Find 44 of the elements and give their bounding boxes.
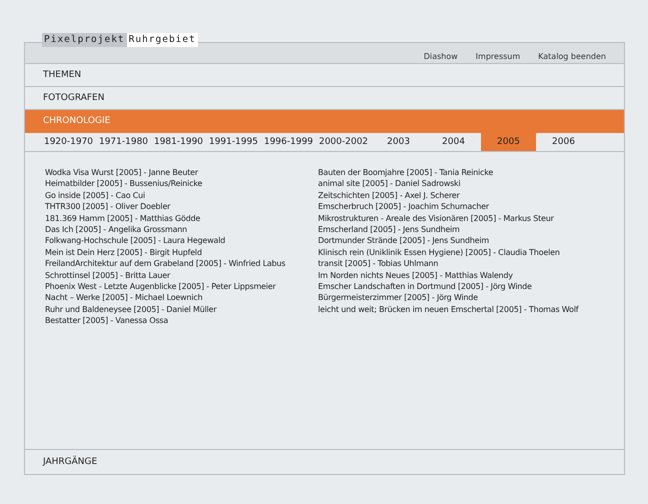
year-tab[interactable]: 1971-1980 — [96, 133, 151, 151]
entry-link[interactable]: Ruhr und Baldeneysee [2005] - Daniel Müller — [45, 304, 318, 316]
entry-link[interactable]: Phoenix West - Letzte Augenblicke [2005] - Peter Lippsmeier — [45, 281, 318, 292]
entry-link[interactable]: Heimatbilder [2005] - Bussenius/Reinicke — [45, 178, 318, 190]
year-tab[interactable]: 1991-1995 — [206, 133, 261, 151]
year-tab[interactable]: 2004 — [426, 133, 481, 151]
nav-link[interactable]: Katalog beenden — [538, 52, 606, 61]
entry-link[interactable]: Folkwang-Hochschule [2005] - Laura Hegewald — [45, 235, 318, 247]
entry-link[interactable]: Im Norden nichts Neues [2005] - Matthias Walendy — [318, 270, 578, 282]
year-tab[interactable]: 2000-2002 — [316, 133, 371, 151]
year-tab[interactable]: 2005 — [481, 133, 536, 151]
section-tab[interactable]: JAHRGÄNGE — [25, 449, 624, 474]
nav-link[interactable]: Impressum — [476, 52, 520, 61]
year-tab[interactable]: 1981-1990 — [151, 133, 206, 151]
entry-link[interactable]: transit [2005] - Tobias Uhlmann — [318, 258, 578, 270]
entry-link[interactable]: Emscherbruch [2005] - Joachim Schumacher — [318, 201, 578, 213]
entry-link[interactable]: 181.369 Hamm [2005] - Matthias Gödde — [45, 212, 318, 224]
entry-link[interactable]: Dortmunder Strände [2005] - Jens Sundheim — [318, 235, 578, 247]
entry-link[interactable]: Bestatter [2005] - Vanessa Ossa — [45, 315, 318, 327]
year-tab[interactable]: 1920-1970 — [41, 133, 96, 151]
year-tab[interactable]: 2003 — [371, 133, 426, 151]
entry-link[interactable]: Klinisch rein (Uniklinik Essen Hygiene) [2005] - Claudia Thoelen — [318, 246, 578, 258]
entry-link[interactable]: Zeitschichten [2005] - Axel J. Scherer — [318, 190, 578, 202]
entry-link[interactable]: Emscher Landschaften in Dortmund [2005] - Jörg Winde — [318, 281, 578, 292]
entry-link[interactable]: Emscherland [2005] - Jens Sundheim — [318, 224, 578, 236]
entry-link[interactable]: Schrottinsel [2005] - Britta Lauer — [45, 270, 318, 282]
entry-link[interactable]: Das Ich [2005] - Angelika Grossmann — [45, 224, 318, 236]
year-tab[interactable]: 1996-1999 — [261, 133, 316, 151]
entry-link[interactable]: THTR300 [2005] - Oliver Doebler — [45, 201, 318, 213]
entry-link[interactable]: FreilandArchitektur auf dem Grabeland [2005] - Winfried Labus — [45, 258, 318, 270]
logo-text: Pixelprojekt — [42, 33, 127, 47]
nav-link[interactable]: Diashow — [424, 52, 458, 61]
entry-link[interactable]: Go inside [2005] - Cao Cui — [45, 190, 318, 202]
entry-link[interactable]: Bürgermeisterzimmer [2005] - Jörg Winde — [318, 292, 578, 304]
entry-link[interactable]: Bauten der Boomjahre [2005] - Tania Reinicke — [318, 167, 578, 178]
entry-link[interactable]: Nacht – Werke [2005] - Michael Loewnich — [45, 292, 318, 304]
entry-link[interactable]: animal site [2005] - Daniel Sadrowski — [318, 178, 578, 190]
entry-link[interactable]: Wodka Visa Wurst [2005] - Janne Beuter — [45, 167, 318, 178]
entry-link[interactable]: Mikrostrukturen - Areale des Visionären [2005] - Markus Steur — [318, 212, 578, 224]
year-tab[interactable]: 2006 — [536, 133, 591, 151]
section-tab[interactable]: THEMEN — [25, 64, 624, 87]
logo-text: Ruhrgebiet — [126, 33, 198, 47]
entry-link[interactable]: leicht und weit; Brücken im neuen Emschertal [2005] - Thomas Wolf — [318, 304, 578, 316]
entry-link[interactable]: Mein ist Dein Herz [2005] - Birgit Hupfeld — [45, 246, 318, 258]
